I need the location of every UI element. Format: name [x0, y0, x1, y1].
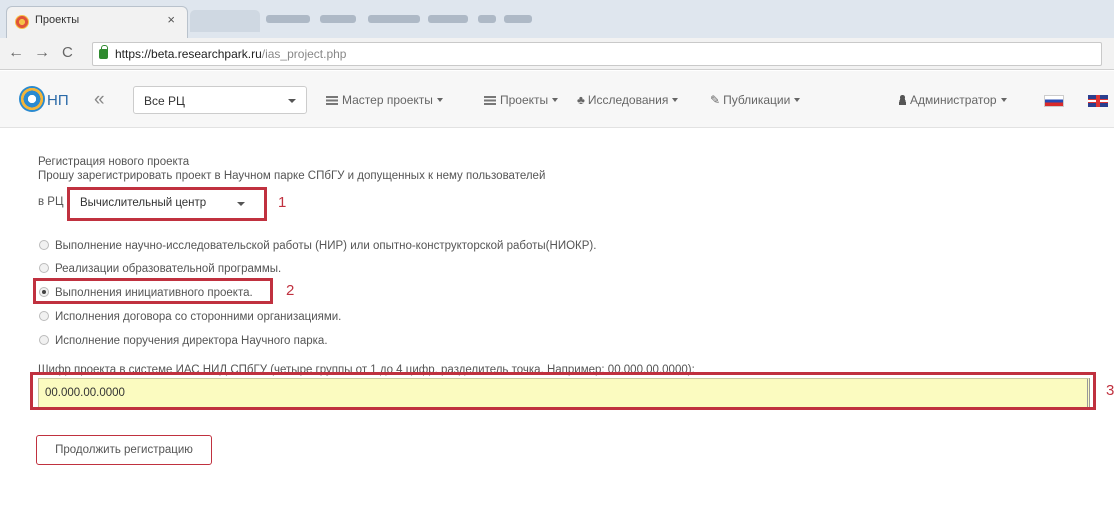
list-icon: [326, 96, 338, 105]
tab-title: Проекты: [35, 14, 80, 26]
form-intro: Прошу зарегистрировать проект в Научном …: [38, 170, 546, 182]
menu-research[interactable]: ♣ Исследования: [577, 93, 679, 107]
address-bar[interactable]: https://beta.researchpark.ru/ias_project…: [92, 42, 1102, 66]
annotation-box-3: [30, 372, 1096, 410]
option-director[interactable]: Исполнение поручения директора Научного …: [39, 333, 328, 349]
blurred-tab-label: [368, 15, 420, 23]
menu-label: Мастер проекты: [342, 93, 433, 107]
browser-tab-active[interactable]: Проекты ×: [6, 6, 188, 38]
browser-toolbar: ← → C https://beta.researchpark.ru/ias_p…: [0, 38, 1114, 70]
chevron-down-icon: [436, 98, 443, 102]
blurred-tab-label: [266, 15, 310, 23]
option-nir[interactable]: Выполнение научно-исследовательской рабо…: [39, 238, 596, 254]
radio-button[interactable]: [39, 335, 49, 345]
menu-label: Проекты: [500, 93, 549, 107]
menu-label: Публикации: [723, 93, 791, 107]
list-icon: [484, 96, 496, 105]
rc-filter-value: Все РЦ: [144, 94, 185, 108]
blurred-tab-label: [428, 15, 468, 23]
menu-projects[interactable]: Проекты: [484, 93, 559, 107]
research-park-logo-icon[interactable]: [19, 86, 45, 112]
blurred-tab-label: [504, 15, 532, 23]
continue-registration-button[interactable]: Продолжить регистрацию: [36, 435, 212, 465]
blurred-tab-label: [320, 15, 356, 23]
tab-close-icon[interactable]: ×: [167, 12, 175, 27]
reload-icon[interactable]: C: [62, 44, 73, 61]
browser-tab-background[interactable]: [190, 10, 260, 32]
annotation-box-2: [33, 278, 273, 304]
chevron-down-icon: [672, 98, 679, 102]
lock-icon: [99, 45, 108, 59]
rc-label: в РЦ: [38, 196, 64, 208]
brand-name[interactable]: НП: [47, 92, 69, 109]
option-label: Выполнение научно-исследовательской рабо…: [55, 240, 597, 252]
english-flag-icon[interactable]: [1088, 95, 1108, 107]
forward-arrow-icon[interactable]: →: [34, 44, 50, 62]
annotation-marker-3: 3: [1106, 382, 1114, 399]
user-menu[interactable]: Администратор: [898, 93, 1007, 107]
radio-button[interactable]: [39, 263, 49, 273]
user-name: Администратор: [910, 93, 997, 107]
form-heading: Регистрация нового проекта: [38, 156, 190, 168]
menu-master-projects[interactable]: Мастер проекты: [326, 93, 443, 107]
russian-flag-icon[interactable]: [1044, 95, 1064, 107]
blurred-tab-label: [478, 15, 496, 23]
user-icon: [898, 95, 907, 105]
option-label: Исполнение поручения директора Научного …: [55, 335, 328, 347]
collapse-sidebar-icon[interactable]: «: [94, 89, 105, 111]
option-label: Реализации образовательной программы.: [55, 263, 282, 275]
browser-tabstrip: Проекты ×: [0, 0, 1114, 38]
radio-button[interactable]: [39, 240, 49, 250]
url-path: /ias_project.php: [261, 47, 347, 61]
option-contract[interactable]: Исполнения договора со сторонними органи…: [39, 309, 341, 325]
annotation-marker-2: 2: [286, 282, 295, 299]
chevron-down-icon: [794, 98, 801, 102]
url-text: https://beta.researchpark.ru/ias_project…: [115, 47, 346, 61]
menu-label: Исследования: [587, 93, 669, 107]
site-favicon-icon: [15, 15, 29, 29]
option-label: Исполнения договора со сторонними органи…: [55, 311, 342, 323]
back-arrow-icon[interactable]: ←: [8, 44, 24, 62]
rc-filter-select[interactable]: Все РЦ: [133, 86, 307, 114]
annotation-marker-1: 1: [278, 194, 287, 211]
microscope-icon: ♣: [577, 93, 585, 107]
annotation-box-1: [67, 187, 267, 221]
chevron-down-icon: [1000, 98, 1007, 102]
app-navbar: НП « Все РЦ Мастер проекты Проекты ♣ Иссл…: [0, 71, 1114, 128]
book-icon: ✎: [710, 93, 721, 107]
url-host: https://beta.researchpark.ru: [115, 47, 262, 61]
registration-form: Регистрация нового проекта Прошу зарегис…: [0, 128, 1114, 516]
option-education[interactable]: Реализации образовательной программы.: [39, 261, 281, 277]
chevron-down-icon: [552, 98, 559, 102]
chevron-down-icon: [288, 99, 296, 103]
menu-publications[interactable]: ✎ Публикации: [710, 93, 801, 107]
radio-button[interactable]: [39, 311, 49, 321]
